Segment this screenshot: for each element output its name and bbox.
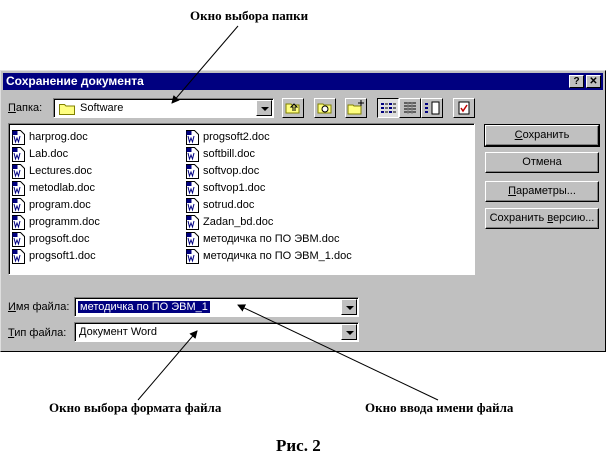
folder-icon	[59, 104, 75, 115]
up-one-level-icon	[285, 103, 300, 114]
parameters-button[interactable]: Параметры...	[485, 181, 599, 202]
up-one-level-button[interactable]	[282, 98, 304, 118]
close-button[interactable]: ✕	[586, 75, 601, 88]
new-folder-icon	[347, 100, 364, 115]
file-name: softvop.doc	[203, 165, 260, 177]
file-name: sotrud.doc	[203, 199, 255, 211]
dialog-title: Сохранение документа	[6, 74, 144, 88]
file-name: program.doc	[29, 199, 91, 211]
list-view-button[interactable]	[377, 98, 399, 118]
folder-combo[interactable]: Software	[53, 98, 274, 118]
word-document-icon	[12, 164, 25, 179]
file-name: progsoft2.doc	[203, 131, 270, 143]
save-document-dialog: Сохранение документа ? ✕ Папка: Software	[0, 70, 606, 352]
annotation-folder-window: Окно выбора папки	[190, 8, 309, 23]
file-name: Zadan_bd.doc	[203, 216, 274, 228]
word-document-icon	[12, 215, 25, 230]
filename-label: Имя файла:	[8, 301, 70, 313]
folder-value: Software	[80, 102, 124, 114]
search-web-button[interactable]	[314, 98, 336, 118]
word-document-icon	[186, 147, 199, 162]
annotation-filename-window: Окно ввода имени файла	[365, 400, 514, 415]
word-document-icon	[12, 130, 25, 145]
help-button[interactable]: ?	[569, 75, 584, 88]
filename-dropdown-button[interactable]	[341, 299, 357, 315]
annotation-format-window: Окно выбора формата файла	[49, 400, 222, 415]
filetype-value: Документ Word	[79, 326, 157, 338]
file-name: Lectures.doc	[29, 165, 92, 177]
word-document-icon	[186, 164, 199, 179]
file-name: progsoft1.doc	[29, 250, 96, 262]
word-document-icon	[12, 181, 25, 196]
folder-dropdown-button[interactable]	[256, 100, 272, 116]
folder-label: Папка:	[8, 102, 43, 114]
word-document-icon	[12, 198, 25, 213]
save-version-button[interactable]: Сохранить версию...	[485, 208, 599, 229]
file-name: softbill.doc	[203, 148, 255, 160]
properties-view-icon	[425, 101, 440, 115]
file-name: методичка по ПО ЭВМ_1.doc	[203, 250, 352, 262]
word-document-icon	[186, 198, 199, 213]
word-document-icon	[12, 147, 25, 162]
word-document-icon	[186, 130, 199, 145]
word-document-icon	[186, 232, 199, 247]
file-name: progsoft.doc	[29, 233, 90, 245]
filetype-label: Тип файла:	[8, 327, 67, 339]
file-name: методичка по ПО ЭВМ.doc	[203, 233, 340, 245]
file-name: harprog.doc	[29, 131, 88, 143]
save-button[interactable]: Сохранить	[484, 124, 600, 147]
file-name: programm.doc	[29, 216, 100, 228]
new-folder-button[interactable]	[345, 98, 367, 118]
file-name: Lab.doc	[29, 148, 69, 160]
filetype-select[interactable]: Документ Word	[74, 322, 359, 342]
list-view-icon	[381, 103, 396, 113]
word-document-icon	[12, 249, 25, 264]
filename-value: методичка по ПО ЭВМ_1	[78, 301, 210, 313]
filename-field[interactable]: методичка по ПО ЭВМ_1	[74, 297, 359, 317]
file-name: softvop1.doc	[203, 182, 266, 194]
file-name: metodlab.doc	[29, 182, 96, 194]
word-document-icon	[186, 249, 199, 264]
word-document-icon	[186, 181, 199, 196]
dialog-titlebar: Сохранение документа ? ✕	[3, 73, 603, 90]
tools-icon	[458, 101, 470, 115]
search-web-icon	[317, 103, 332, 114]
details-view-icon	[404, 102, 416, 114]
filetype-dropdown-button[interactable]	[341, 324, 357, 340]
word-document-icon	[12, 232, 25, 247]
tools-button[interactable]	[453, 98, 475, 118]
word-document-icon	[186, 215, 199, 230]
figure-caption: Рис. 2	[276, 436, 321, 455]
file-list[interactable]: harprog.doc Lab.doc Lectures.doc metodlab.d…	[8, 123, 475, 275]
properties-view-button[interactable]	[421, 98, 443, 118]
details-view-button[interactable]	[399, 98, 421, 118]
cancel-button[interactable]: Отмена	[485, 152, 599, 173]
